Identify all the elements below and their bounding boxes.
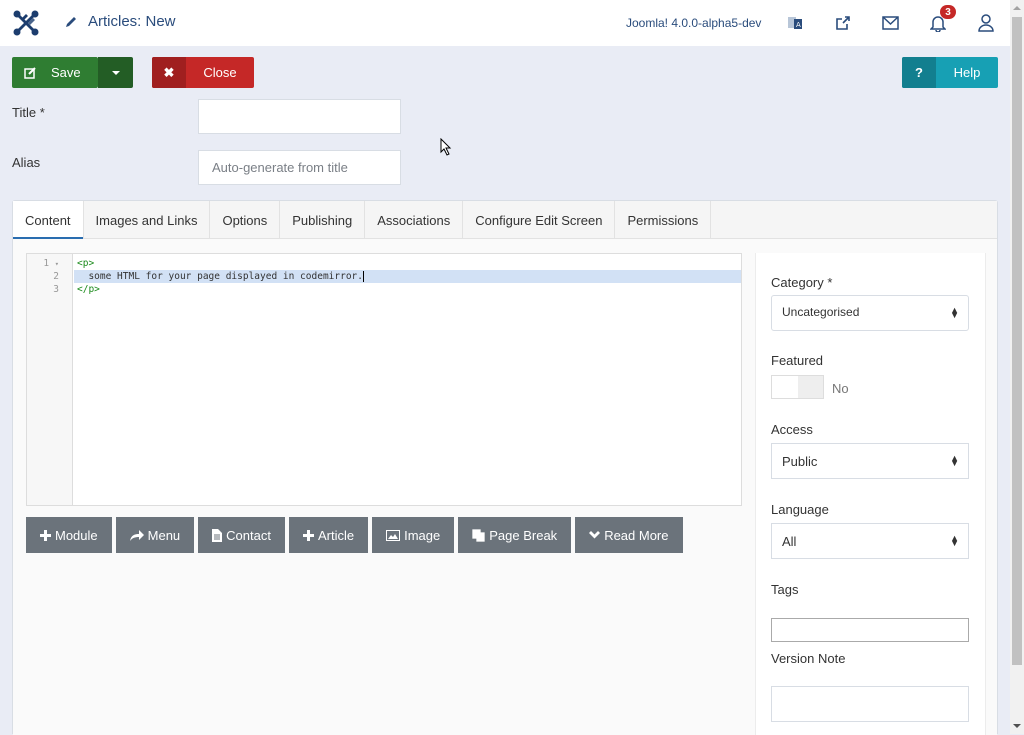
select-arrows-icon: ▲ ▼	[950, 533, 959, 548]
page-break-button[interactable]: Page Break	[458, 517, 572, 553]
page-title: Articles: New	[64, 13, 176, 30]
page-title-text: Articles: New	[88, 13, 176, 30]
version-link[interactable]: Joomla! 4.0.0-alpha5-dev	[626, 16, 761, 30]
title-input[interactable]	[198, 99, 401, 134]
version-note-label: Version Note	[771, 651, 846, 666]
image-button[interactable]: Image	[372, 517, 455, 553]
version-note-input[interactable]	[771, 686, 969, 722]
plus-icon	[40, 529, 51, 541]
tab-associations[interactable]: Associations	[365, 201, 464, 239]
alias-label: Alias	[12, 155, 41, 170]
help-label: Help	[953, 65, 981, 80]
tags-input[interactable]	[771, 618, 969, 642]
page-break-label: Page Break	[489, 527, 558, 543]
module-label: Module	[55, 527, 98, 543]
close-label: Close	[203, 65, 237, 80]
caret-down-icon	[111, 70, 120, 75]
line-number: 2	[53, 271, 59, 282]
category-value: Uncategorised	[782, 305, 860, 319]
category-select[interactable]: Uncategorised ▲ ▼	[771, 295, 969, 331]
article-label: Article	[317, 527, 355, 543]
chevron-down-icon	[589, 531, 601, 539]
code-line[interactable]: 3 </p>	[27, 283, 741, 296]
help-button[interactable]: ? Help	[902, 57, 998, 88]
menu-button[interactable]: Menu	[115, 517, 195, 553]
close-icon: ✖	[152, 57, 186, 88]
save-dropdown-button[interactable]	[98, 57, 133, 88]
language-value: All	[782, 533, 797, 549]
external-link-icon[interactable]	[833, 13, 853, 33]
module-button[interactable]: Module	[26, 517, 112, 553]
code-text: some HTML for your page displayed in cod…	[77, 271, 363, 282]
read-more-button[interactable]: Read More	[575, 517, 683, 553]
toggle-knob	[772, 376, 798, 398]
pencil-icon	[66, 16, 76, 27]
read-more-label: Read More	[604, 527, 669, 543]
share-icon	[129, 529, 144, 541]
article-tabs: Content Images and Links Options Publish…	[12, 200, 998, 735]
scroll-thumb[interactable]	[1012, 17, 1022, 665]
line-number: 1	[43, 258, 50, 269]
top-header: Articles: New Joomla! 4.0.0-alpha5-dev A…	[0, 0, 1010, 46]
envelope-icon[interactable]	[880, 13, 900, 33]
featured-value: No	[832, 381, 849, 396]
code-line[interactable]: 2 some HTML for your page displayed in c…	[27, 270, 741, 283]
tab-configure-edit-screen[interactable]: Configure Edit Screen	[463, 201, 616, 239]
text-caret	[362, 271, 364, 282]
scroll-up-arrow-icon[interactable]	[1013, 6, 1021, 10]
select-arrows-icon: ▲ ▼	[950, 305, 959, 320]
tab-publishing[interactable]: Publishing	[280, 201, 366, 239]
code-line[interactable]: 1 ▾ <p>	[27, 257, 741, 270]
code-text: </p>	[77, 284, 100, 295]
title-label: Title *	[12, 105, 45, 120]
content-tab-panel: 1 ▾ <p> 2 some HTML for your page displa…	[13, 239, 997, 735]
alias-input[interactable]	[198, 150, 401, 185]
language-select[interactable]: All ▲ ▼	[771, 523, 969, 559]
image-label: Image	[404, 527, 441, 543]
joomla-logo[interactable]	[12, 9, 40, 37]
featured-label: Featured	[771, 353, 824, 368]
copy-icon	[472, 528, 485, 542]
select-arrows-icon: ▲ ▼	[950, 453, 959, 468]
language-label: Language	[771, 502, 829, 517]
translate-icon[interactable]: A	[785, 13, 805, 33]
tab-permissions[interactable]: Permissions	[615, 201, 712, 239]
plus-icon	[302, 529, 314, 541]
code-editor[interactable]: 1 ▾ <p> 2 some HTML for your page displa…	[26, 253, 742, 506]
tags-label: Tags	[771, 582, 799, 597]
code-text: <p>	[77, 258, 95, 269]
svg-text:A: A	[796, 21, 801, 29]
fold-arrow-icon[interactable]: ▾	[55, 260, 59, 268]
tab-bar: Content Images and Links Options Publish…	[13, 201, 997, 240]
file-icon	[212, 528, 223, 542]
page-scrollbar[interactable]	[1010, 0, 1024, 734]
access-value: Public	[782, 453, 818, 469]
question-icon: ?	[902, 57, 936, 88]
line-number: 3	[53, 284, 59, 295]
save-button[interactable]: Save	[12, 57, 98, 88]
access-select[interactable]: Public ▲ ▼	[771, 443, 969, 479]
save-label: Save	[51, 65, 81, 80]
article-sidebar: Category * Uncategorised ▲ ▼ Featured No …	[755, 253, 986, 735]
tab-options[interactable]: Options	[210, 201, 281, 239]
close-button[interactable]: ✖ Close	[152, 57, 254, 88]
category-label: Category *	[771, 275, 833, 290]
image-icon	[386, 529, 401, 541]
mouse-cursor-icon	[440, 138, 452, 156]
featured-toggle[interactable]	[771, 375, 824, 399]
menu-label: Menu	[147, 527, 181, 543]
editor-buttons: Module Menu Contact Article Image Page B…	[26, 517, 683, 553]
access-label: Access	[771, 422, 813, 437]
tab-content[interactable]: Content	[13, 201, 84, 240]
scroll-down-arrow-icon[interactable]	[1013, 724, 1021, 728]
edit-icon	[24, 66, 36, 79]
article-button[interactable]: Article	[288, 517, 369, 553]
contact-label: Contact	[226, 527, 271, 543]
user-icon[interactable]	[976, 13, 996, 33]
notification-badge: 3	[940, 5, 956, 19]
contact-button[interactable]: Contact	[198, 517, 285, 553]
tab-images-and-links[interactable]: Images and Links	[84, 201, 211, 239]
